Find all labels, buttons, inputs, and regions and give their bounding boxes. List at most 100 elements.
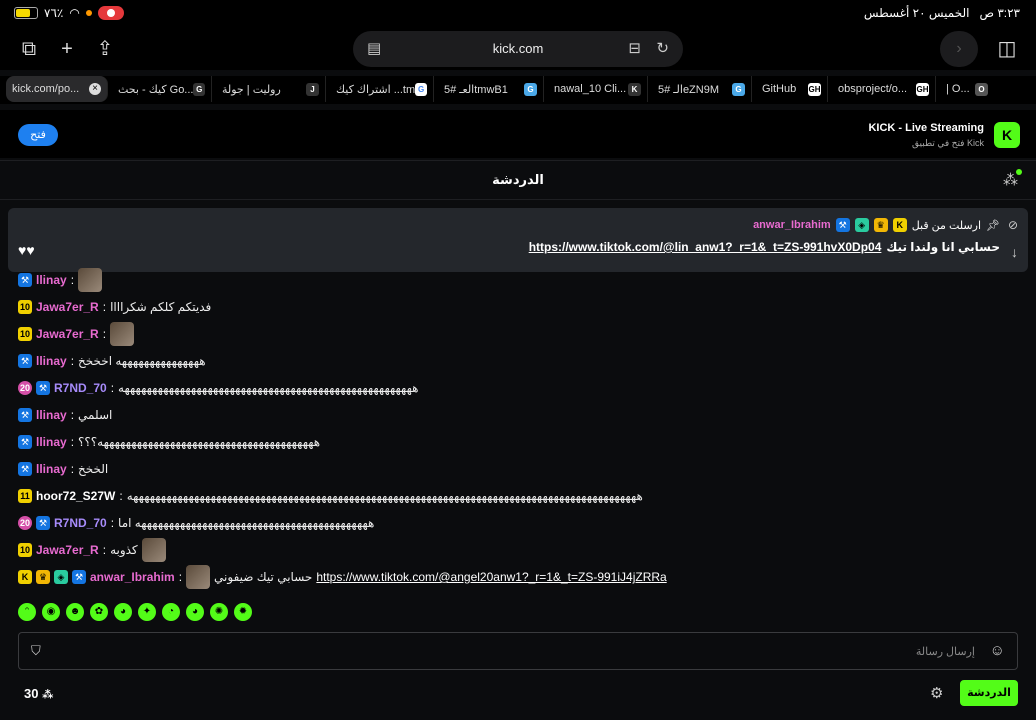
send-chat-button[interactable]: الدردشة [960, 680, 1018, 706]
viewer-count: 30 ⁂ [24, 686, 53, 701]
google-favicon-icon: G [193, 82, 205, 96]
message-input[interactable] [59, 641, 977, 663]
emote-button[interactable]: ◉ [42, 603, 60, 621]
tab-obs[interactable]: | O... O [940, 76, 994, 102]
emoji-picker-icon[interactable]: ☺ [990, 642, 1005, 659]
chat-username[interactable]: R7ND_70 [54, 516, 107, 530]
chat-input-box: ⛉ ☺ [18, 632, 1018, 670]
emote-button[interactable]: ✹ [234, 603, 252, 621]
chat-username[interactable]: anwar_Ibrahim [90, 570, 175, 584]
tab-kick[interactable]: kick.com/po... × [6, 76, 108, 102]
chat-message: ⚒ llinay: هههههههههههههههه اخخخخ [18, 351, 206, 371]
tab-label: | O... [946, 83, 970, 95]
tab-obsproject[interactable]: obsproject/o... GH [832, 76, 936, 102]
moderator-badge-icon: ⚒ [18, 408, 32, 422]
subscriber-badge-icon: 10 [18, 543, 32, 557]
chat-username[interactable]: Jawa7er_R [36, 327, 99, 341]
open-app-button[interactable]: فتح [18, 124, 58, 146]
status-bar: ٧٦٪ ◠ الخميس ٢٠ أغسطس ٣:٢٣ ص [0, 0, 1036, 28]
emote-button[interactable]: ☻ [66, 603, 84, 621]
chat-text: كذوبه [110, 543, 138, 557]
expand-arrow-icon[interactable]: ↓ [1011, 244, 1018, 260]
tab-label: kick.com/po... [12, 83, 80, 95]
emote-button[interactable]: ✦ [138, 603, 156, 621]
chat-message: 20 ⚒ R7ND_70: هههههههههههههههههههههههههه… [18, 381, 419, 395]
chat-text: اسلمي [78, 408, 113, 422]
tab-label: كيك - بحث Go... [118, 83, 194, 96]
mic-indicator-icon [85, 10, 92, 16]
new-tab-icon[interactable]: + [54, 36, 80, 62]
chat-username[interactable]: llinay [36, 408, 67, 422]
tab-5ezn9m[interactable]: الـ #5eZN9M G [652, 76, 752, 102]
share-icon[interactable]: ⇪ [92, 36, 118, 62]
tab-google-search[interactable]: كيك - بحث Go... G [112, 76, 212, 102]
emote-button[interactable]: ᵔ [18, 603, 36, 621]
chat-username[interactable]: R7ND_70 [54, 381, 107, 395]
tabs-overview-icon[interactable]: ⧉ [16, 36, 42, 62]
chat-username[interactable]: llinay [36, 435, 67, 449]
shield-icon[interactable]: ⛉ [31, 643, 41, 659]
extension-icon[interactable]: ⊟ [628, 39, 641, 57]
pinned-link[interactable]: https://www.tiktok.com/@lin_anw1?_r=1&_t… [529, 240, 882, 254]
vip-badge-icon: ◈ [54, 570, 68, 584]
browser-toolbar: ⧉ + ⇪ ▤ kick.com ⊟ ↻ › ◫ [0, 28, 1036, 70]
chat-message: 20 ⚒ R7ND_70: هههههههههههههههههههههههههه… [18, 516, 375, 530]
pinned-content: https://www.tiktok.com/@lin_anw1?_r=1&_t… [529, 240, 1000, 254]
tab-kick-subscription[interactable]: اشتراك كيك ...tm G [330, 76, 434, 102]
tab-close-icon[interactable]: × [89, 83, 101, 95]
pinned-by-label: ارسلت من قبل [911, 219, 982, 232]
chat-username[interactable]: Jawa7er_R [36, 543, 99, 557]
github-favicon-icon: GH [916, 82, 929, 96]
chat-header: الدردشة ⁂ [0, 160, 1036, 200]
emote-button[interactable]: ◕ [186, 603, 204, 621]
status-date: الخميس ٢٠ أغسطس [863, 6, 970, 20]
tab-nawal-clip[interactable]: nawal_10 Cli... K [548, 76, 648, 102]
chat-username[interactable]: hoor72_S27W [36, 489, 115, 503]
address-bar[interactable]: ▤ kick.com ⊟ ↻ [353, 31, 683, 67]
chat-username[interactable]: Jawa7er_R [36, 300, 99, 314]
status-time: ٣:٢٣ ص [979, 6, 1020, 20]
battery-icon [14, 7, 38, 19]
chat-username[interactable]: llinay [36, 273, 67, 287]
tab-github[interactable]: GitHub GH [756, 76, 828, 102]
moderator-badge-icon: ⚒ [18, 435, 32, 449]
kick-favicon-icon: K [628, 82, 641, 96]
sidebar-icon[interactable]: ◫ [994, 36, 1020, 62]
emote-button[interactable]: ◕ [114, 603, 132, 621]
hearts-icon: ♥♥ [18, 242, 35, 258]
tab-roulette[interactable]: روليت | جولة J [216, 76, 326, 102]
j-favicon-icon: J [306, 82, 319, 96]
tab-5tmwb1[interactable]: العـ #5tmwB1 G [438, 76, 544, 102]
chat-link[interactable]: https://www.tiktok.com/@angel20anw1?_r=1… [316, 570, 666, 584]
chat-username[interactable]: llinay [36, 462, 67, 476]
emote-button[interactable]: ✺ [210, 603, 228, 621]
tab-label: GitHub [762, 83, 797, 95]
settings-gear-icon[interactable]: ⚙ [930, 684, 943, 702]
hide-eye-icon[interactable]: ⊘ [1008, 218, 1018, 232]
moderator-badge-icon: ⚒ [36, 516, 50, 530]
reload-icon[interactable]: ↻ [656, 39, 669, 57]
chat-text: حسابي تيك ضيفوني [214, 570, 313, 584]
emote-button[interactable]: ✿ [90, 603, 108, 621]
online-indicator-icon [1016, 169, 1022, 175]
chat-message: 10 Jawa7er_R: كذوبه [18, 538, 166, 562]
chat-message: K ♛ ◈ ⚒ anwar_Ibrahim: حسابي تيك ضيفوني … [18, 565, 667, 589]
tab-bar: kick.com/po... × كيك - بحث Go... G روليت… [0, 76, 1036, 104]
tab-label: الـ #5eZN9M [658, 83, 719, 96]
chat-username[interactable]: llinay [36, 354, 67, 368]
chat-footer: 30 ⁂ ⚙ الدردشة [0, 680, 1036, 712]
emote-button[interactable]: ◔ [162, 603, 180, 621]
screen-recording-icon[interactable] [97, 6, 124, 20]
banner-title: KICK - Live Streaming [868, 122, 984, 134]
github-favicon-icon: GH [808, 82, 821, 96]
wifi-icon: ◠ [69, 6, 80, 20]
emote-image [186, 565, 211, 589]
forward-button[interactable]: › [940, 31, 978, 67]
pinned-user[interactable]: anwar_Ibrahim [753, 219, 831, 231]
chat-message: ⚒ llinay: الخخخ [18, 459, 108, 479]
chat-text: هههههههههههههههه اخخخخ [78, 354, 206, 368]
chat-message: 10 Jawa7er_R: [18, 322, 135, 346]
emote-image [110, 322, 135, 346]
g-favicon-icon: G [524, 82, 537, 96]
pin-icon: 📌︎ [986, 219, 1000, 232]
